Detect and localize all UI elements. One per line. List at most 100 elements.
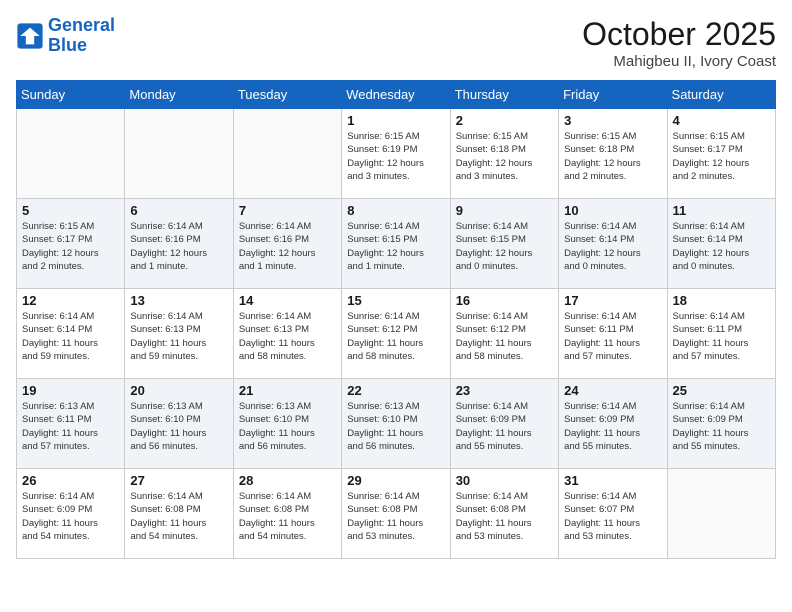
calendar-weekday-header: Tuesday: [233, 81, 341, 109]
day-info: Sunrise: 6:15 AM Sunset: 6:17 PM Dayligh…: [673, 130, 770, 183]
day-info: Sunrise: 6:14 AM Sunset: 6:09 PM Dayligh…: [456, 400, 553, 453]
day-number: 2: [456, 113, 553, 128]
day-info: Sunrise: 6:13 AM Sunset: 6:10 PM Dayligh…: [130, 400, 227, 453]
calendar-weekday-header: Thursday: [450, 81, 558, 109]
calendar-day-cell: 26 Sunrise: 6:14 AM Sunset: 6:09 PM Dayli…: [17, 469, 125, 559]
day-info: Sunrise: 6:14 AM Sunset: 6:16 PM Dayligh…: [239, 220, 336, 273]
day-info: Sunrise: 6:14 AM Sunset: 6:09 PM Dayligh…: [673, 400, 770, 453]
calendar-week-row: 26 Sunrise: 6:14 AM Sunset: 6:09 PM Dayli…: [17, 469, 776, 559]
calendar-day-cell: 9 Sunrise: 6:14 AM Sunset: 6:15 PM Daylig…: [450, 199, 558, 289]
calendar-day-cell: 11Sunrise: 6:14 AM Sunset: 6:14 PM Dayli…: [667, 199, 775, 289]
calendar-day-cell: 2 Sunrise: 6:15 AM Sunset: 6:18 PM Daylig…: [450, 109, 558, 199]
calendar-day-cell: 14 Sunrise: 6:14 AM Sunset: 6:13 PM Dayli…: [233, 289, 341, 379]
calendar-day-cell: [667, 469, 775, 559]
calendar-week-row: 5 Sunrise: 6:15 AM Sunset: 6:17 PM Daylig…: [17, 199, 776, 289]
logo-text: GeneralBlue: [48, 16, 115, 56]
calendar-day-cell: 3 Sunrise: 6:15 AM Sunset: 6:18 PM Daylig…: [559, 109, 667, 199]
day-number: 29: [347, 473, 444, 488]
day-number: 7: [239, 203, 336, 218]
day-number: 27: [130, 473, 227, 488]
calendar-day-cell: 1Sunrise: 6:15 AM Sunset: 6:19 PM Daylig…: [342, 109, 450, 199]
logo-icon: [16, 22, 44, 50]
day-info: Sunrise: 6:14 AM Sunset: 6:14 PM Dayligh…: [22, 310, 119, 363]
day-number: 3: [564, 113, 661, 128]
day-info: Sunrise: 6:14 AM Sunset: 6:08 PM Dayligh…: [239, 490, 336, 543]
calendar-day-cell: 17 Sunrise: 6:14 AM Sunset: 6:11 PM Dayli…: [559, 289, 667, 379]
day-info: Sunrise: 6:14 AM Sunset: 6:11 PM Dayligh…: [564, 310, 661, 363]
calendar-day-cell: 19Sunrise: 6:13 AM Sunset: 6:11 PM Dayli…: [17, 379, 125, 469]
day-info: Sunrise: 6:13 AM Sunset: 6:10 PM Dayligh…: [239, 400, 336, 453]
day-number: 14: [239, 293, 336, 308]
calendar-day-cell: 22Sunrise: 6:13 AM Sunset: 6:10 PM Dayli…: [342, 379, 450, 469]
day-number: 9: [456, 203, 553, 218]
day-number: 24: [564, 383, 661, 398]
day-number: 15: [347, 293, 444, 308]
logo: GeneralBlue: [16, 16, 115, 56]
day-info: Sunrise: 6:14 AM Sunset: 6:14 PM Dayligh…: [673, 220, 770, 273]
day-number: 17: [564, 293, 661, 308]
calendar-day-cell: 28 Sunrise: 6:14 AM Sunset: 6:08 PM Dayli…: [233, 469, 341, 559]
day-info: Sunrise: 6:14 AM Sunset: 6:12 PM Dayligh…: [347, 310, 444, 363]
calendar-weekday-header: Wednesday: [342, 81, 450, 109]
calendar-day-cell: 15 Sunrise: 6:14 AM Sunset: 6:12 PM Dayli…: [342, 289, 450, 379]
day-number: 13: [130, 293, 227, 308]
calendar-day-cell: 5 Sunrise: 6:15 AM Sunset: 6:17 PM Daylig…: [17, 199, 125, 289]
day-number: 19: [22, 383, 119, 398]
page-header: GeneralBlue October 2025 Mahigbeu II, Iv…: [16, 16, 776, 70]
day-number: 16: [456, 293, 553, 308]
calendar-day-cell: 23 Sunrise: 6:14 AM Sunset: 6:09 PM Dayli…: [450, 379, 558, 469]
calendar-day-cell: 29 Sunrise: 6:14 AM Sunset: 6:08 PM Dayli…: [342, 469, 450, 559]
calendar-day-cell: [233, 109, 341, 199]
day-info: Sunrise: 6:14 AM Sunset: 6:13 PM Dayligh…: [239, 310, 336, 363]
day-info: Sunrise: 6:14 AM Sunset: 6:07 PM Dayligh…: [564, 490, 661, 543]
day-info: Sunrise: 6:14 AM Sunset: 6:15 PM Dayligh…: [347, 220, 444, 273]
day-number: 6: [130, 203, 227, 218]
day-number: 20: [130, 383, 227, 398]
day-number: 5: [22, 203, 119, 218]
calendar-body: 1Sunrise: 6:15 AM Sunset: 6:19 PM Daylig…: [17, 109, 776, 559]
calendar-week-row: 19Sunrise: 6:13 AM Sunset: 6:11 PM Dayli…: [17, 379, 776, 469]
calendar-weekday-header: Saturday: [667, 81, 775, 109]
calendar-day-cell: 8 Sunrise: 6:14 AM Sunset: 6:15 PM Daylig…: [342, 199, 450, 289]
day-number: 18: [673, 293, 770, 308]
day-info: Sunrise: 6:15 AM Sunset: 6:18 PM Dayligh…: [456, 130, 553, 183]
day-number: 8: [347, 203, 444, 218]
day-info: Sunrise: 6:15 AM Sunset: 6:18 PM Dayligh…: [564, 130, 661, 183]
day-info: Sunrise: 6:14 AM Sunset: 6:15 PM Dayligh…: [456, 220, 553, 273]
calendar-weekday-header: Monday: [125, 81, 233, 109]
calendar-table: SundayMondayTuesdayWednesdayThursdayFrid…: [16, 80, 776, 559]
day-number: 23: [456, 383, 553, 398]
day-number: 30: [456, 473, 553, 488]
day-info: Sunrise: 6:14 AM Sunset: 6:08 PM Dayligh…: [347, 490, 444, 543]
day-info: Sunrise: 6:14 AM Sunset: 6:08 PM Dayligh…: [456, 490, 553, 543]
day-number: 25: [673, 383, 770, 398]
day-info: Sunrise: 6:14 AM Sunset: 6:08 PM Dayligh…: [130, 490, 227, 543]
calendar-weekday-header: Friday: [559, 81, 667, 109]
title-block: October 2025 Mahigbeu II, Ivory Coast: [582, 16, 776, 70]
day-info: Sunrise: 6:14 AM Sunset: 6:12 PM Dayligh…: [456, 310, 553, 363]
calendar-day-cell: 12 Sunrise: 6:14 AM Sunset: 6:14 PM Dayli…: [17, 289, 125, 379]
location-title: Mahigbeu II, Ivory Coast: [582, 53, 776, 70]
calendar-day-cell: 16 Sunrise: 6:14 AM Sunset: 6:12 PM Dayli…: [450, 289, 558, 379]
day-info: Sunrise: 6:14 AM Sunset: 6:11 PM Dayligh…: [673, 310, 770, 363]
calendar-day-cell: 21 Sunrise: 6:13 AM Sunset: 6:10 PM Dayli…: [233, 379, 341, 469]
calendar-week-row: 1Sunrise: 6:15 AM Sunset: 6:19 PM Daylig…: [17, 109, 776, 199]
day-info: Sunrise: 6:14 AM Sunset: 6:16 PM Dayligh…: [130, 220, 227, 273]
month-title: October 2025: [582, 16, 776, 53]
calendar-day-cell: 20 Sunrise: 6:13 AM Sunset: 6:10 PM Dayli…: [125, 379, 233, 469]
calendar-day-cell: 6 Sunrise: 6:14 AM Sunset: 6:16 PM Daylig…: [125, 199, 233, 289]
day-info: Sunrise: 6:15 AM Sunset: 6:17 PM Dayligh…: [22, 220, 119, 273]
day-number: 26: [22, 473, 119, 488]
day-number: 1: [347, 113, 444, 128]
calendar-day-cell: 24Sunrise: 6:14 AM Sunset: 6:09 PM Dayli…: [559, 379, 667, 469]
day-number: 28: [239, 473, 336, 488]
day-number: 12: [22, 293, 119, 308]
calendar-day-cell: [17, 109, 125, 199]
calendar-week-row: 12 Sunrise: 6:14 AM Sunset: 6:14 PM Dayli…: [17, 289, 776, 379]
day-number: 21: [239, 383, 336, 398]
day-number: 22: [347, 383, 444, 398]
calendar-day-cell: 10Sunrise: 6:14 AM Sunset: 6:14 PM Dayli…: [559, 199, 667, 289]
calendar-weekday-header: Sunday: [17, 81, 125, 109]
day-info: Sunrise: 6:14 AM Sunset: 6:09 PM Dayligh…: [22, 490, 119, 543]
calendar-day-cell: 27 Sunrise: 6:14 AM Sunset: 6:08 PM Dayli…: [125, 469, 233, 559]
